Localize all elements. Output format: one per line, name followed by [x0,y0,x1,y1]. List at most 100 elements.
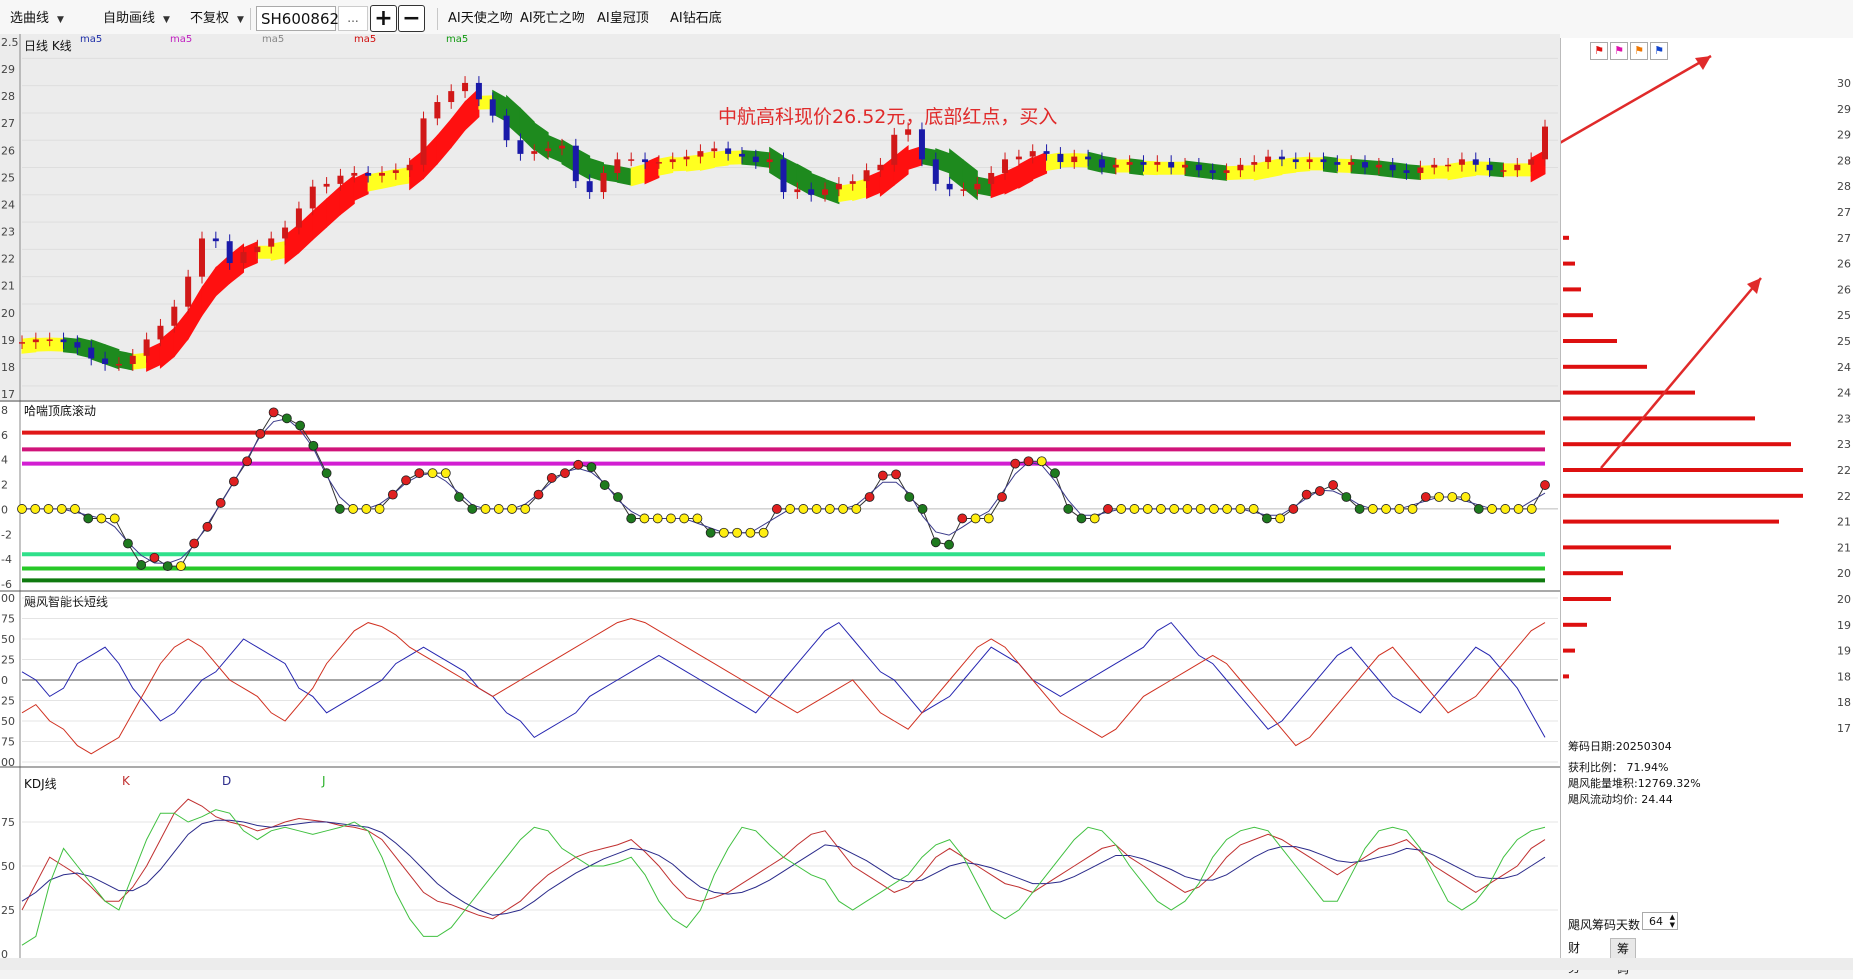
zoom-in-button[interactable]: + [370,5,397,32]
kline-panel[interactable]: 日线 K线 ma5 ma5 ma5 ma5 ma5 2.5 29 28 27 26 25 2… [0,34,1560,402]
hz-dot [123,538,133,549]
candle-body [683,156,690,160]
y-tick-label: 6 [1,429,8,442]
hz-dot [997,492,1007,502]
y-tick-label: 75 [1,736,15,749]
candle-body [212,238,219,242]
chip-bar [1563,235,1569,240]
price-tick-label: 24 [1837,361,1851,374]
hz-dot [798,504,809,514]
y-tick-label: 2 [1,479,8,492]
stepper-arrows-icon[interactable]: ▲ ▼ [1670,913,1675,929]
hz-dot [1487,504,1497,514]
more-button[interactable]: ... [338,6,368,31]
ai-diamond-bottom-button[interactable]: AI钻石底 [670,0,722,38]
jf-panel[interactable]: 飓风智能长短线 00 75 50 25 0 25 50 75 00 [0,592,1560,768]
candle-body [808,189,815,195]
hz-dot [228,476,239,487]
y-tick-label: 8 [1,404,8,417]
flag-pink-icon[interactable]: ⚑ [1610,42,1628,60]
candle-body [434,102,441,119]
stock-code-input[interactable]: SH600862 [256,6,339,31]
candle-body [282,227,289,239]
chip-bar [1563,287,1581,292]
hz-dot [242,456,253,467]
candle-body [932,159,939,184]
price-annotation: 中航高科现价26.52元，底部红点，买入 [718,106,1058,128]
candle-body [1209,170,1216,173]
candle-body [545,148,552,152]
candle-body [475,82,482,100]
auto-draw-dropdown[interactable]: 自助画线 ▼ [103,0,170,38]
chip-bar [1563,571,1623,576]
ma-band-segment [630,163,646,187]
chip-days-stepper[interactable]: 64 ▲ ▼ [1642,912,1678,930]
chip-days-label: 飓风筹码天数 [1568,918,1641,932]
candle-body [863,170,870,182]
hz-dot [1460,492,1471,502]
hz-dot [745,527,756,538]
chip-avg-price: 飓风流动均价: 24.44 [1568,793,1673,806]
draw-menu-dropdown[interactable]: 选曲线 ▼ [10,0,64,38]
y-tick-label: 29 [1,63,15,76]
chip-bar [1563,674,1569,679]
hz-dot [917,504,928,514]
candle-body [725,148,732,154]
chip-bar [1563,545,1671,550]
candle-body [323,183,330,187]
y-tick-label: 25 [1,654,15,667]
auto-draw-label: 自助画线 [103,11,156,26]
hz-dot [1367,504,1378,514]
flag-red-icon[interactable]: ⚑ [1590,42,1608,60]
ai-crown-top-button[interactable]: AI皇冠顶 [597,0,649,38]
hz-dot [1500,504,1511,514]
adjust-mode-dropdown[interactable]: 不复权 ▼ [190,0,244,38]
y-tick-label: 0 [1,948,8,958]
hz-chart: 8 6 4 2 0 -2 -4 -6 [0,402,1560,592]
candle-body [558,145,565,149]
candle-body [378,172,385,176]
y-tick-label: 20 [1,307,15,320]
chip-bar [1563,442,1791,447]
candle-body [503,115,510,141]
candle-body [614,159,621,173]
hz-dot [1076,513,1087,524]
candle-body [1500,170,1507,172]
chip-distribution-chart: 30 29 29 28 28 27 27 26 26 25 25 24 24 23 23 22 22 21 21 20… [1561,54,1851,735]
candle-body [1445,164,1452,167]
hz-dot [1394,504,1405,514]
tab-finance[interactable]: 财务 [1562,938,1586,975]
hz-dot [136,560,147,570]
candle-body [531,151,538,154]
ai-angel-kiss-button[interactable]: AI天使之吻 [448,0,513,38]
ma-band-segment [1018,156,1034,189]
hz-panel[interactable]: 哈喘顶底滚动 8 6 4 2 0 -2 -4 -6 [0,402,1560,592]
hz-dot [560,468,570,479]
candle-body [198,238,205,277]
price-tick-label: 27 [1837,232,1851,245]
hz-dot [771,504,782,514]
ma-band-segment [326,185,341,229]
ma-band-segment [658,155,674,176]
y-tick-label: 27 [1,117,15,130]
candle-body [697,151,704,157]
price-tick-label: 20 [1837,593,1851,606]
hz-dot [652,513,663,524]
flag-orange-icon[interactable]: ⚑ [1630,42,1648,60]
zoom-out-button[interactable]: − [398,5,425,32]
candle-body [1057,153,1064,163]
flag-blue-icon[interactable]: ⚑ [1650,42,1668,60]
draw-menu-label: 选曲线 [10,11,50,26]
y-tick-label: -4 [1,553,12,566]
candle-body [586,181,593,193]
hz-dot [1301,489,1312,500]
hz-dot [520,504,531,514]
tab-chips[interactable]: 筹码 [1610,938,1637,976]
adjust-mode-label: 不复权 [190,11,230,26]
candle-body [1472,159,1479,165]
kdj-panel[interactable]: KDJ线 K D J 75 50 25 0 [0,768,1560,958]
hz-dot [401,475,411,486]
hz-dot [493,504,504,514]
price-tick-label: 21 [1837,516,1851,529]
ai-death-kiss-button[interactable]: AI死亡之吻 [520,0,585,38]
